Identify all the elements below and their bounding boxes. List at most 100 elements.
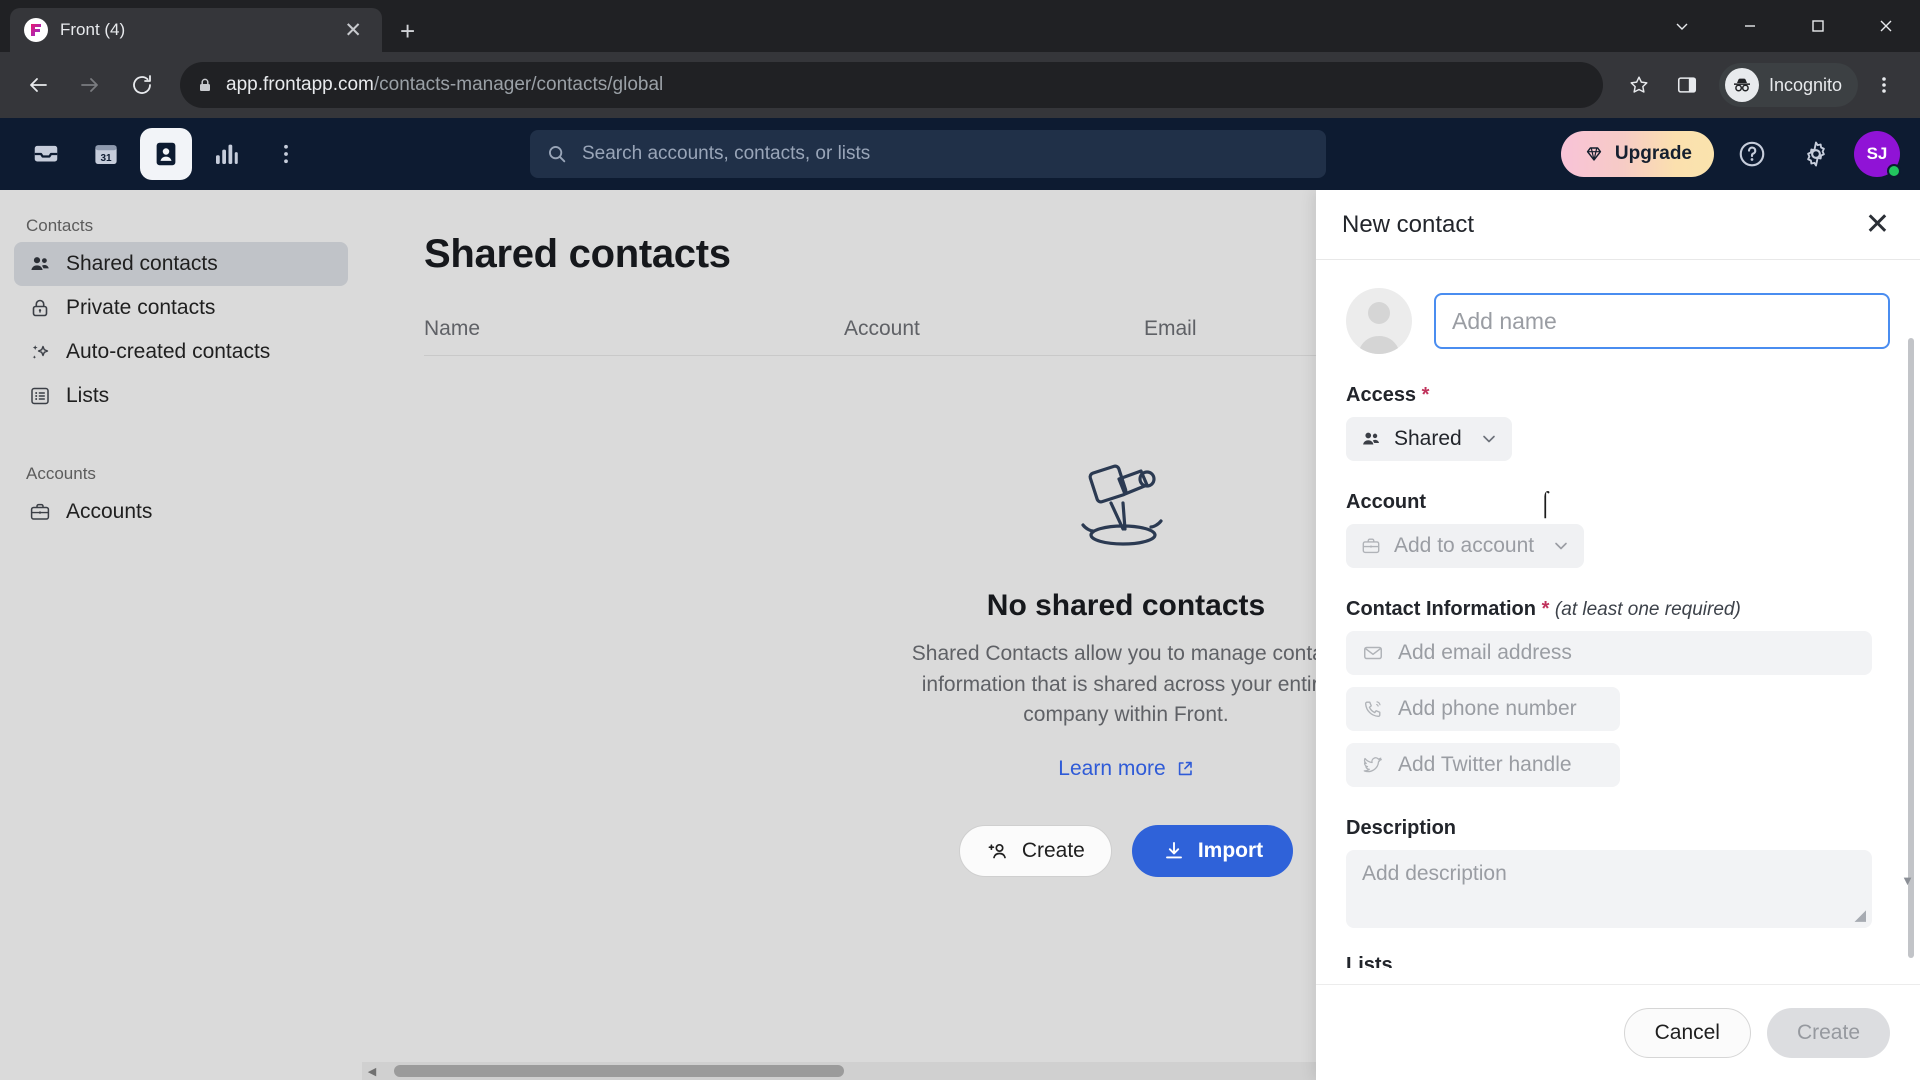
account-select[interactable]: Add to account (1346, 524, 1585, 568)
star-icon[interactable] (1617, 63, 1661, 107)
forward-arrow-icon[interactable] (66, 61, 114, 109)
create-button[interactable]: Create (1766, 1007, 1890, 1058)
sidebar-group-accounts-label: Accounts (26, 464, 96, 483)
close-icon[interactable]: ✕ (1861, 206, 1894, 244)
close-window-button[interactable] (1852, 0, 1920, 52)
window-controls (1648, 0, 1920, 52)
learn-more-link[interactable]: Learn more (1058, 757, 1193, 781)
nav-inbox-button[interactable] (20, 128, 72, 180)
avatar[interactable]: SJ (1854, 131, 1901, 178)
minimize-window-button[interactable] (1716, 0, 1784, 52)
topbar-right-controls: Upgrade SJ (1560, 128, 1901, 180)
phone-placeholder: Add phone number (1398, 697, 1577, 720)
person-placeholder-icon (1346, 288, 1412, 354)
sidebar: Contacts Shared contacts Private contact… (0, 190, 362, 1080)
address-bar[interactable]: app.frontapp.com/contacts-manager/contac… (180, 62, 1603, 108)
search-icon (546, 143, 568, 165)
cancel-button[interactable]: Cancel (1623, 1007, 1751, 1058)
new-tab-button[interactable]: + (400, 18, 415, 44)
presence-indicator (1887, 164, 1901, 178)
column-header-name[interactable]: Name (424, 317, 844, 341)
help-button[interactable] (1726, 128, 1778, 180)
scroll-left-arrow-icon[interactable]: ◀ (364, 1065, 380, 1078)
three-dot-menu-icon[interactable] (1862, 63, 1906, 107)
horizontal-scrollbar-thumb[interactable] (394, 1065, 844, 1077)
access-selected-value: Shared (1394, 427, 1462, 450)
create-contact-button[interactable]: Create (958, 824, 1112, 877)
telescope-icon (1061, 451, 1191, 561)
contact-information-hint: (at least one required) (1554, 599, 1741, 620)
account-placeholder: Add to account (1394, 534, 1535, 557)
front-app: 31 Search accounts, contacts, or lists U… (0, 118, 1920, 1080)
import-contacts-button[interactable]: Import (1131, 824, 1294, 877)
nav-analytics-button[interactable] (200, 128, 252, 180)
sidebar-group-contacts-label: Contacts (26, 216, 94, 235)
sidebar-item-accounts[interactable]: Accounts (14, 490, 348, 534)
diamond-icon (1583, 143, 1605, 165)
sparkle-icon (28, 340, 52, 364)
panel-scrollbar[interactable] (1906, 338, 1916, 958)
browser-tabstrip: Front (4) ✕ + (0, 0, 1920, 52)
search-input[interactable]: Search accounts, contacts, or lists (530, 130, 1326, 178)
panel-title: New contact (1342, 210, 1475, 238)
sidebar-item-label: Lists (66, 384, 110, 407)
sidebar-item-label: Auto-created contacts (66, 340, 271, 363)
add-person-icon (986, 839, 1010, 863)
browser-window: Front (4) ✕ + app.frontapp.com/contacts-… (0, 0, 1920, 1080)
access-label-text: Access (1346, 384, 1417, 406)
upgrade-button[interactable]: Upgrade (1560, 131, 1714, 177)
side-panel-icon[interactable] (1665, 63, 1709, 107)
panel-scrollbar-thumb[interactable] (1908, 338, 1914, 958)
phone-icon (1362, 698, 1384, 720)
nav-contacts-button[interactable] (140, 128, 192, 180)
column-header-account[interactable]: Account (844, 317, 1144, 341)
incognito-indicator[interactable]: Incognito (1718, 63, 1858, 107)
create-contact-label: Create (1021, 838, 1085, 862)
lock-icon (196, 76, 214, 94)
briefcase-icon (28, 500, 52, 524)
lists-label: Lists (1346, 954, 1393, 968)
workspace: Contacts Shared contacts Private contact… (0, 190, 1920, 1080)
sidebar-item-shared-contacts[interactable]: Shared contacts (14, 242, 348, 286)
contact-information-label-text: Contact Information (1346, 598, 1536, 620)
resize-handle-icon[interactable]: ◢ (1854, 906, 1866, 924)
browser-tab[interactable]: Front (4) ✕ (10, 8, 382, 52)
avatar-initials: SJ (1866, 144, 1888, 163)
panel-footer: Cancel Create (1316, 984, 1920, 1080)
twitter-field[interactable]: Add Twitter handle (1346, 743, 1620, 787)
sidebar-item-lists[interactable]: Lists (14, 374, 348, 418)
sidebar-item-label: Accounts (66, 500, 153, 523)
chevron-down-icon[interactable] (1648, 0, 1716, 52)
panel-scrollbar-track[interactable] (1906, 338, 1916, 958)
people-icon (1360, 428, 1382, 450)
nav-more-button[interactable] (260, 128, 312, 180)
list-icon (28, 384, 52, 408)
incognito-icon (1724, 68, 1759, 102)
settings-button[interactable] (1790, 128, 1842, 180)
name-row (1346, 288, 1890, 354)
name-input[interactable] (1434, 293, 1890, 349)
reload-icon[interactable] (118, 61, 166, 109)
sidebar-item-private-contacts[interactable]: Private contacts (14, 286, 348, 330)
nav-calendar-button[interactable]: 31 (80, 128, 132, 180)
phone-field[interactable]: Add phone number (1346, 687, 1620, 731)
envelope-icon (1362, 642, 1384, 664)
access-label: Access * (1346, 384, 1890, 407)
external-link-icon (1176, 760, 1194, 778)
scroll-down-arrow-icon[interactable]: ▼ (1901, 873, 1914, 888)
sidebar-item-label: Private contacts (66, 296, 216, 319)
briefcase-icon (1360, 535, 1382, 557)
close-icon[interactable]: ✕ (338, 18, 368, 43)
sidebar-item-label: Shared contacts (66, 252, 218, 275)
twitter-bird-icon (1362, 754, 1384, 776)
learn-more-label: Learn more (1058, 756, 1166, 780)
people-icon (28, 252, 52, 276)
sidebar-item-auto-created-contacts[interactable]: Auto-created contacts (14, 330, 348, 374)
access-select[interactable]: Shared (1346, 417, 1512, 461)
upgrade-label: Upgrade (1614, 143, 1692, 164)
description-textarea[interactable]: Add description ◢ (1346, 850, 1872, 928)
email-field[interactable]: Add email address (1346, 631, 1872, 675)
maximize-window-button[interactable] (1784, 0, 1852, 52)
browser-toolbar: app.frontapp.com/contacts-manager/contac… (0, 52, 1920, 118)
back-arrow-icon[interactable] (14, 61, 62, 109)
